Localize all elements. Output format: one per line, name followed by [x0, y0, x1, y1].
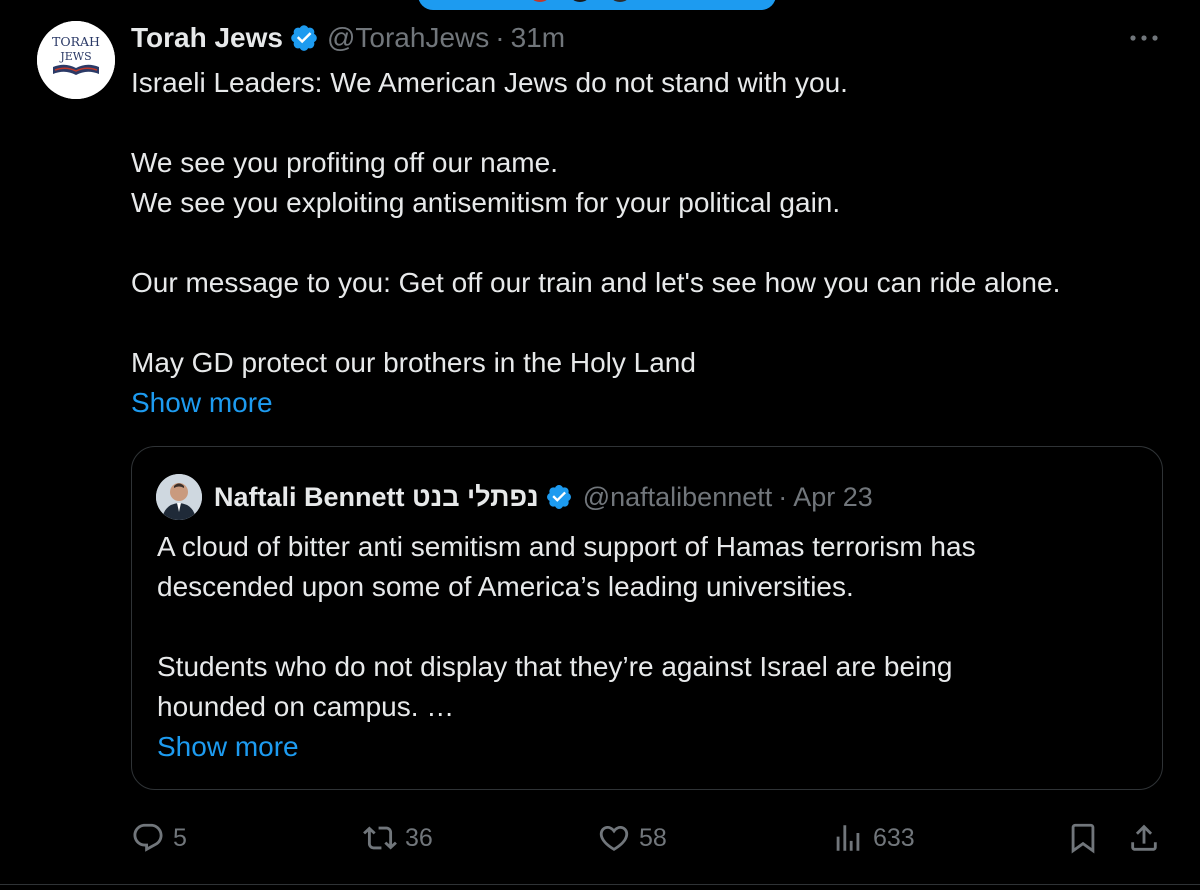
repost-count: 36	[405, 823, 433, 852]
logo-text-bottom: JEWS	[59, 50, 91, 63]
display-name[interactable]: Torah Jews	[131, 22, 283, 54]
views-icon	[836, 825, 860, 851]
avatar[interactable]: TORAH JEWS	[37, 21, 115, 99]
quoted-tweet[interactable]: Naftali Bennett נפתלי בנט @naftalibennet…	[131, 446, 1163, 790]
quoted-avatar-photo-icon	[156, 474, 202, 520]
handle[interactable]: @TorahJews	[327, 22, 489, 54]
share-button[interactable]	[1127, 816, 1161, 860]
quoted-handle[interactable]: @naftalibennett	[583, 482, 773, 513]
bookmark-icon	[1071, 823, 1095, 854]
logo-text-top: TORAH	[52, 34, 100, 49]
quoted-body: A cloud of bitter anti semitism and supp…	[157, 527, 1147, 767]
quoted-text-line: Students who do not display that they’re…	[157, 651, 953, 682]
tweet-text-line	[131, 103, 1171, 143]
more-options-icon[interactable]	[1126, 26, 1162, 50]
views-count: 633	[873, 823, 915, 852]
reply-button[interactable]: 5	[131, 816, 187, 860]
torah-jews-logo-icon: TORAH JEWS	[37, 21, 115, 99]
quoted-text-line: hounded on campus. …	[157, 691, 455, 722]
separator: ·	[778, 481, 788, 512]
reply-count: 5	[173, 823, 187, 852]
like-count: 58	[639, 823, 667, 852]
like-button[interactable]: 58	[597, 816, 667, 860]
divider	[0, 884, 1200, 885]
verified-badge-icon[interactable]	[545, 483, 573, 511]
share-icon	[1131, 824, 1157, 851]
show-more-link[interactable]: Show more	[131, 383, 1171, 423]
tweet[interactable]: TORAH JEWS Torah Jews @TorahJews · 31m I…	[0, 0, 1200, 890]
tweet-text-line: Israeli Leaders: We American Jews do not…	[131, 67, 848, 98]
quoted-header: Naftali Bennett נפתלי בנט @naftalibennet…	[214, 477, 873, 517]
tweet-text-line: We see you profiting off our name.	[131, 147, 558, 178]
quoted-text-line	[157, 607, 1147, 647]
tweet-body: Israeli Leaders: We American Jews do not…	[131, 63, 1171, 423]
tweet-text-line: May GD protect our brothers in the Holy …	[131, 347, 696, 378]
bookmark-button[interactable]	[1066, 816, 1100, 860]
tweet-text-line: Our message to you: Get off our train an…	[131, 267, 1061, 298]
quoted-text-line: descended upon some of America’s leading…	[157, 571, 854, 602]
repost-button[interactable]: 36	[363, 816, 433, 860]
quoted-date[interactable]: Apr 23	[793, 482, 873, 513]
like-icon	[599, 825, 629, 851]
action-bar: 5 36 58 633	[131, 816, 1171, 860]
verified-badge-icon[interactable]	[289, 23, 319, 53]
quoted-text-line: A cloud of bitter anti semitism and supp…	[157, 531, 976, 562]
quoted-show-more-link[interactable]: Show more	[157, 727, 1147, 767]
tweet-text-line	[131, 303, 1171, 343]
tweet-text-line: We see you exploiting antisemitism for y…	[131, 187, 841, 218]
tweet-header: Torah Jews @TorahJews · 31m	[131, 20, 565, 56]
quoted-display-name[interactable]: Naftali Bennett נפתלי בנט	[214, 482, 539, 513]
reply-icon	[133, 823, 163, 852]
repost-icon	[363, 826, 397, 850]
views-button[interactable]: 633	[831, 816, 915, 860]
tweet-text-line	[131, 223, 1171, 263]
quoted-avatar[interactable]	[156, 474, 202, 520]
separator: ·	[495, 22, 505, 53]
timestamp[interactable]: 31m	[511, 22, 565, 54]
